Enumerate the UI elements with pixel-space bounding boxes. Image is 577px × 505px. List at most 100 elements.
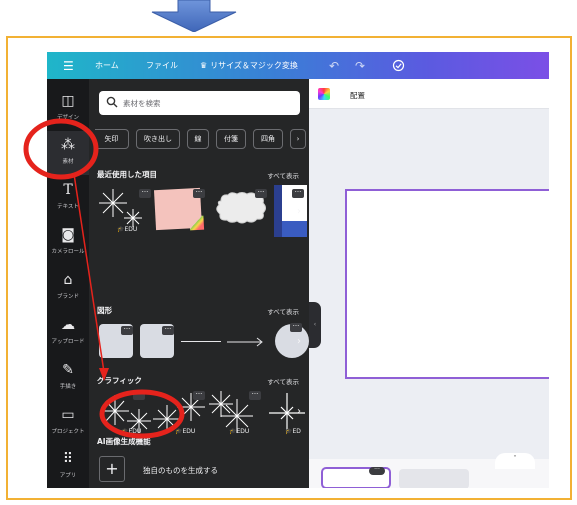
chip-arrow[interactable]: 矢印 bbox=[95, 129, 129, 149]
panel-collapse-handle[interactable]: ‹ bbox=[309, 302, 321, 348]
rail-label-apps: アプリ bbox=[59, 473, 77, 479]
rail-label-text: テキスト bbox=[57, 204, 79, 210]
photo-block bbox=[282, 221, 307, 237]
rail-item-brand[interactable]: ⌂ ブランド bbox=[47, 266, 89, 310]
edu-badge-label: EDU bbox=[182, 428, 196, 435]
rail-label-draw: 手描き bbox=[59, 384, 77, 390]
more-options-button[interactable]: ··· bbox=[133, 391, 145, 400]
redo-button[interactable]: ↷ bbox=[355, 52, 365, 79]
rail-item-elements[interactable]: ⁂ 素材 bbox=[47, 131, 89, 175]
chevron-left-icon: ‹ bbox=[313, 321, 317, 328]
shapes-section-title: 図形 bbox=[97, 306, 112, 315]
edu-badge: 🎓EDU bbox=[229, 428, 249, 435]
rail-label-camera: カメラロール bbox=[51, 249, 85, 255]
chevron-right-icon: › bbox=[297, 405, 301, 417]
edu-badge-label: ED bbox=[292, 428, 301, 435]
design-icon: ◫ bbox=[61, 93, 75, 109]
shapes-next-button[interactable]: › bbox=[293, 331, 305, 351]
cloud-sync-icon bbox=[392, 59, 405, 72]
graphics-next-button[interactable]: › bbox=[293, 401, 305, 421]
chip-line[interactable]: 線 bbox=[187, 129, 209, 149]
rail-item-text[interactable]: T テキスト bbox=[47, 176, 89, 220]
plus-icon: + bbox=[105, 459, 119, 478]
draw-icon: ✎ bbox=[62, 362, 74, 378]
page-thumbnails-bar: ··· ˇ bbox=[309, 453, 549, 488]
chevron-right-icon: › bbox=[297, 335, 301, 347]
chip-speech-bubble[interactable]: 吹き出し bbox=[136, 129, 180, 149]
more-options-button[interactable]: ··· bbox=[255, 189, 267, 198]
camera-icon: ◙ bbox=[61, 227, 75, 243]
more-options-button[interactable]: ··· bbox=[292, 189, 304, 198]
folder-icon: ▭ bbox=[61, 407, 75, 423]
edu-badge: 🎓EDU bbox=[121, 428, 141, 435]
rail-item-apps[interactable]: ⠿ アプリ bbox=[47, 445, 89, 488]
chip-square[interactable]: 四角 bbox=[253, 129, 283, 149]
edu-badge-label: EDU bbox=[124, 226, 138, 233]
graphics-see-all-link[interactable]: すべて表示 bbox=[267, 376, 299, 386]
rail-item-draw[interactable]: ✎ 手描き bbox=[47, 356, 89, 400]
design-page[interactable] bbox=[345, 189, 549, 379]
redo-icon: ↷ bbox=[355, 58, 366, 73]
generate-label[interactable]: 独自のものを生成する bbox=[143, 465, 218, 476]
home-menu[interactable]: ホーム bbox=[95, 52, 119, 79]
undo-button[interactable]: ↶ bbox=[329, 52, 339, 79]
app-window: ☰ ホーム ファイル ♛ リサイズ＆マジック変換 ↶ ↷ ◫ デザイン ⁂ 素材… bbox=[47, 52, 549, 488]
recent-next-button[interactable]: › bbox=[293, 201, 305, 221]
edu-badge-label: EDU bbox=[236, 428, 250, 435]
rail-label-elements: 素材 bbox=[62, 159, 74, 165]
elements-icon: ⁂ bbox=[61, 137, 75, 153]
screenshot-root: ☰ ホーム ファイル ♛ リサイズ＆マジック変換 ↶ ↷ ◫ デザイン ⁂ 素材… bbox=[0, 0, 577, 505]
editor-toolbar: 配置 bbox=[309, 79, 549, 109]
rail-item-projects[interactable]: ▭ プロジェクト bbox=[47, 401, 89, 445]
rail-item-design[interactable]: ◫ デザイン bbox=[47, 87, 89, 131]
recent-see-all-link[interactable]: すべて表示 bbox=[267, 170, 299, 180]
rail-label-brand: ブランド bbox=[56, 294, 79, 300]
arrow-line-thumbnail[interactable] bbox=[227, 336, 265, 348]
page-thumbnail[interactable] bbox=[399, 469, 469, 488]
menu-button[interactable]: ☰ bbox=[63, 52, 74, 79]
edu-badge: 🎓EDU bbox=[175, 428, 195, 435]
edu-badge-label: EDU bbox=[128, 428, 142, 435]
cloud-sync-button[interactable] bbox=[392, 52, 405, 79]
rail-label-projects: プロジェクト bbox=[51, 429, 85, 435]
recent-section-title: 最近使用した項目 bbox=[97, 170, 157, 179]
chip-sticky-note-label: 付箋 bbox=[224, 135, 238, 143]
chip-line-label: 線 bbox=[194, 135, 202, 143]
apps-icon: ⠿ bbox=[62, 451, 74, 467]
resize-button[interactable]: ♛ リサイズ＆マジック変換 bbox=[200, 52, 298, 79]
chevron-right-icon: › bbox=[296, 135, 300, 143]
chip-square-label: 四角 bbox=[261, 135, 275, 143]
chips-next-button[interactable]: › bbox=[290, 129, 306, 149]
side-rail: ◫ デザイン ⁂ 素材 T テキスト ◙ カメラロール ⌂ ブランド ☁ アップ… bbox=[47, 79, 89, 488]
note-curl bbox=[189, 215, 205, 231]
graphics-section-title: グラフィック bbox=[97, 376, 142, 385]
rail-item-camera[interactable]: ◙ カメラロール bbox=[47, 221, 89, 265]
line-thumbnail[interactable] bbox=[181, 341, 221, 342]
file-menu[interactable]: ファイル bbox=[146, 52, 178, 79]
shapes-see-all-link[interactable]: すべて表示 bbox=[267, 306, 299, 316]
rail-item-upload[interactable]: ☁ アップロード bbox=[47, 311, 89, 355]
chip-speech-bubble-label: 吹き出し bbox=[144, 135, 172, 143]
menu-icon: ☰ bbox=[63, 58, 74, 73]
search-input[interactable]: 素材を検索 bbox=[99, 91, 300, 115]
arrange-button[interactable]: 配置 bbox=[350, 90, 365, 101]
more-options-button[interactable]: ··· bbox=[193, 189, 205, 198]
more-options-button[interactable]: ··· bbox=[249, 391, 261, 400]
ai-section-title: AI画像生成機能 bbox=[97, 437, 151, 446]
undo-icon: ↶ bbox=[329, 58, 340, 73]
more-options-button[interactable]: ··· bbox=[121, 326, 133, 335]
color-picker-icon[interactable] bbox=[318, 88, 330, 100]
elements-panel: 素材を検索 矢印 吹き出し 線 付箋 四角 › 最近使用した項目 すべて表示 ·… bbox=[89, 79, 309, 488]
chip-sticky-note[interactable]: 付箋 bbox=[216, 129, 246, 149]
crown-icon: ♛ bbox=[200, 61, 208, 70]
page-more-options-button[interactable]: ··· bbox=[369, 467, 385, 475]
more-options-button[interactable]: ··· bbox=[193, 391, 205, 400]
chevron-up-icon[interactable]: ˇ bbox=[495, 453, 535, 469]
rail-label-upload: アップロード bbox=[51, 339, 85, 345]
more-options-button[interactable]: ··· bbox=[162, 326, 174, 335]
text-icon: T bbox=[63, 182, 73, 198]
page-thumbnail-active[interactable]: ··· bbox=[321, 467, 391, 488]
generate-button[interactable]: + bbox=[99, 456, 125, 482]
more-options-button[interactable]: ··· bbox=[139, 189, 151, 198]
brand-icon: ⌂ bbox=[63, 272, 73, 288]
